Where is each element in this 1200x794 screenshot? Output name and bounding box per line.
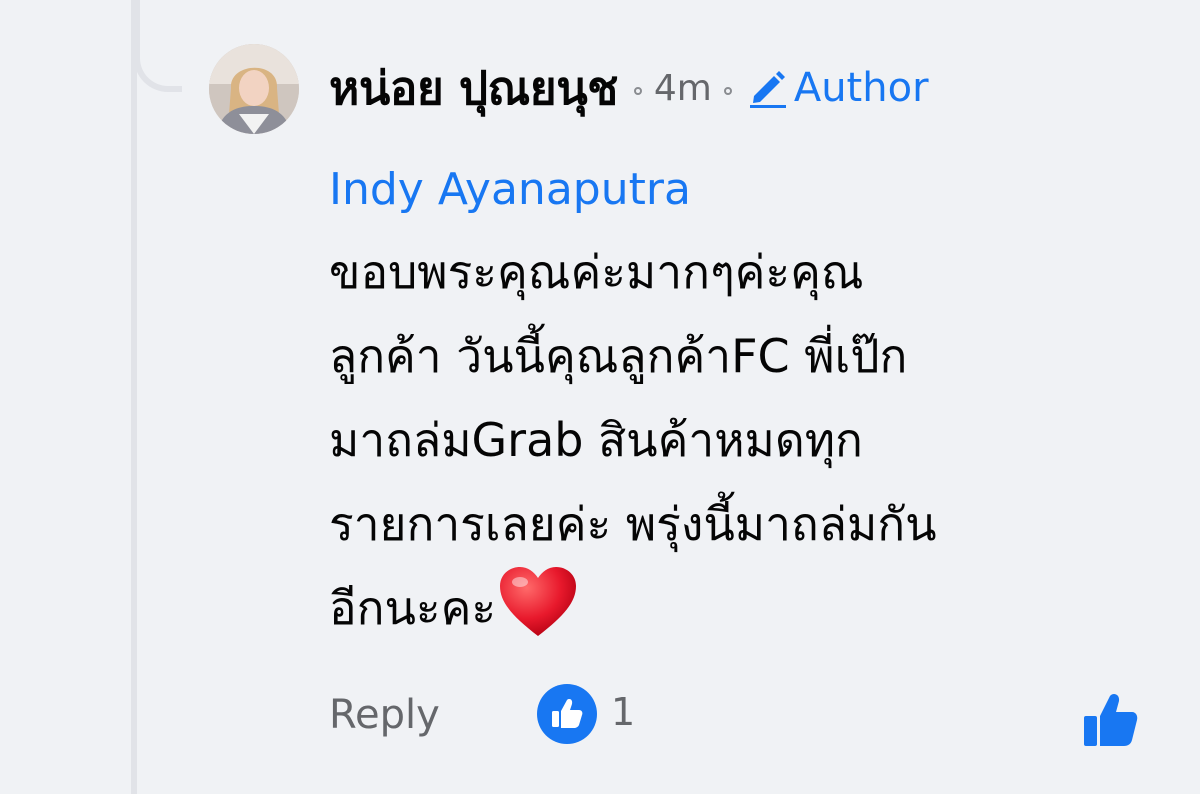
heart-icon — [498, 566, 578, 638]
author-badge-label: Author — [793, 65, 929, 111]
like-reaction-bubble[interactable] — [537, 684, 597, 744]
author-name[interactable]: หน่อย ปุณยนุช — [329, 52, 618, 125]
like-button[interactable] — [1080, 690, 1140, 750]
comment-header: หน่อย ปุณยนุช 4m Author — [329, 52, 929, 124]
thumbs-up-icon — [1084, 693, 1138, 746]
separator-dot — [723, 87, 732, 95]
comment-time[interactable]: 4m — [654, 68, 712, 109]
reply-connector — [134, 0, 182, 92]
avatar[interactable] — [209, 44, 299, 134]
comment-text: ขอบพระคุณค่ะมากๆค่ะคุณ ลูกค้า วันนี้คุณล… — [329, 230, 1179, 650]
comment-body: Indy Ayanaputra ขอบพระคุณค่ะมากๆค่ะคุณ ล… — [329, 150, 1179, 650]
reply-button[interactable]: Reply — [329, 692, 440, 738]
author-badge: Author — [746, 65, 929, 111]
mention-link[interactable]: Indy Ayanaputra — [329, 150, 1179, 230]
pen-icon — [746, 66, 790, 110]
like-thumb-icon — [552, 699, 583, 728]
separator-dot — [633, 87, 642, 95]
comment-text-content: ขอบพระคุณค่ะมากๆค่ะคุณ ลูกค้า วันนี้คุณล… — [329, 245, 937, 635]
thread-line — [131, 0, 137, 794]
like-count[interactable]: 1 — [611, 690, 635, 734]
comment-actions: Reply 1 — [329, 684, 635, 746]
